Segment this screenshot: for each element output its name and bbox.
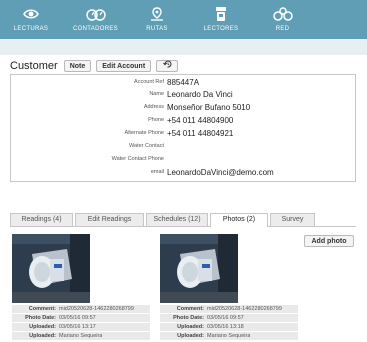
- meta-value: mid20520628-1462280268799: [207, 306, 282, 312]
- meta-uploaded: Uploaded: 03/05/16 13:17: [12, 323, 150, 331]
- info-label: email: [150, 169, 164, 175]
- meta-photo-date: Photo Date: 03/05/16 09:57: [160, 314, 298, 322]
- history-button[interactable]: [156, 60, 179, 72]
- nav-rutas[interactable]: RUTAS: [129, 0, 185, 39]
- meta-value: 03/05/16 09:57: [207, 315, 244, 321]
- info-value: +54 011 44804921: [167, 128, 234, 138]
- top-navigation: LECTURAS CONTADORES RUTAS LECTORES RED: [0, 0, 367, 39]
- info-label: Name: [149, 91, 164, 97]
- meters-icon: [85, 4, 106, 24]
- info-label: Phone: [148, 117, 164, 123]
- info-label: Water Contact Phone: [111, 156, 164, 162]
- meta-uploader: Uploaded: Mariano Sequeira: [12, 332, 150, 340]
- meta-value: Mariano Sequeira: [207, 333, 251, 339]
- meta-label: Uploaded:: [177, 333, 204, 339]
- info-row-alternate-phone: Alternate Phone +54 011 44804921: [11, 128, 355, 138]
- info-row-account-ref: Account Ref 885447A: [11, 77, 355, 87]
- readers-icon: [214, 4, 228, 24]
- network-icon: [272, 4, 293, 24]
- info-label: Account Ref: [134, 79, 164, 85]
- meta-label: Photo Date:: [173, 315, 204, 321]
- info-row-email: email LeonardoDaVinci@demo.com: [11, 167, 355, 177]
- sub-toolbar: [0, 39, 367, 55]
- meta-label: Comment:: [176, 306, 204, 312]
- meta-label: Uploaded:: [177, 324, 204, 330]
- nav-red-label: RED: [275, 26, 290, 32]
- meter-photo[interactable]: [12, 234, 90, 303]
- page-title: Customer: [10, 60, 58, 72]
- eye-icon: [23, 4, 39, 24]
- nav-lecturas[interactable]: LECTURAS: [0, 0, 62, 39]
- info-value: LeonardoDaVinci@demo.com: [167, 167, 274, 177]
- nav-red[interactable]: RED: [257, 0, 308, 39]
- info-value: Leonardo Da Vinci: [167, 89, 233, 99]
- nav-contadores-label: CONTADORES: [73, 26, 118, 32]
- info-row-address: Address Monseñor Bufano 5010: [11, 102, 355, 112]
- nav-lecturas-label: LECTURAS: [13, 26, 49, 32]
- nav-contadores[interactable]: CONTADORES: [62, 0, 129, 39]
- tab-bar: Readings (4) Edit Readings Schedules (12…: [10, 212, 356, 227]
- nav-rutas-label: RUTAS: [146, 26, 168, 32]
- meta-value: 03/05/16 13:18: [207, 324, 244, 330]
- meta-label: Uploaded:: [29, 324, 56, 330]
- history-icon: [162, 60, 172, 72]
- meta-value: Mariano Sequeira: [59, 333, 103, 339]
- tab-schedules[interactable]: Schedules (12): [146, 213, 208, 226]
- note-button[interactable]: Note: [63, 60, 92, 72]
- meta-uploaded: Uploaded: 03/05/16 13:18: [160, 323, 298, 331]
- info-value: +54 011 44804900: [167, 115, 234, 125]
- meta-comment: Comment: mid20520628-1462280268799: [160, 305, 298, 313]
- customer-header: Customer Note Edit Account: [10, 58, 183, 74]
- tab-edit-readings[interactable]: Edit Readings: [75, 213, 144, 226]
- meta-value: 03/05/16 13:17: [59, 324, 96, 330]
- info-value: Monseñor Bufano 5010: [167, 102, 251, 112]
- meta-value: mid20520628-1462280268799: [59, 306, 134, 312]
- info-label: Alternate Phone: [124, 130, 164, 136]
- photo-meta-2: Comment: mid20520628-1462280268799 Photo …: [160, 305, 298, 341]
- add-photo-button[interactable]: Add photo: [304, 235, 354, 247]
- edit-account-button[interactable]: Edit Account: [96, 60, 152, 72]
- meta-value: 03/05/16 09:57: [59, 315, 96, 321]
- meta-comment: Comment: mid20520628-1462280268799: [12, 305, 150, 313]
- info-row-name: Name Leonardo Da Vinci: [11, 89, 355, 99]
- info-label: Address: [143, 104, 164, 110]
- meta-label: Comment:: [28, 306, 56, 312]
- nav-lectores[interactable]: LECTORES: [185, 0, 257, 39]
- tab-photos[interactable]: Photos (2): [210, 213, 268, 227]
- info-label: Water Contact: [129, 143, 164, 149]
- meter-photo[interactable]: [160, 234, 238, 303]
- customer-info-panel: Account Ref 885447A Name Leonardo Da Vin…: [10, 74, 356, 182]
- tab-readings[interactable]: Readings (4): [10, 213, 73, 226]
- info-row-water-contact: Water Contact: [11, 141, 355, 151]
- nav-lectores-label: LECTORES: [203, 26, 239, 32]
- tab-survey[interactable]: Survey: [270, 213, 315, 226]
- photo-meta-1: Comment: mid20520628-1462280268799 Photo …: [12, 305, 150, 341]
- route-pin-icon: [149, 4, 165, 24]
- meta-label: Uploaded:: [29, 333, 56, 339]
- info-value: 885447A: [167, 77, 200, 87]
- info-row-water-contact-phone: Water Contact Phone: [11, 154, 355, 164]
- info-row-phone: Phone +54 011 44804900: [11, 115, 355, 125]
- meta-photo-date: Photo Date: 03/05/16 09:57: [12, 314, 150, 322]
- meta-label: Photo Date:: [25, 315, 56, 321]
- meta-uploader: Uploaded: Mariano Sequeira: [160, 332, 298, 340]
